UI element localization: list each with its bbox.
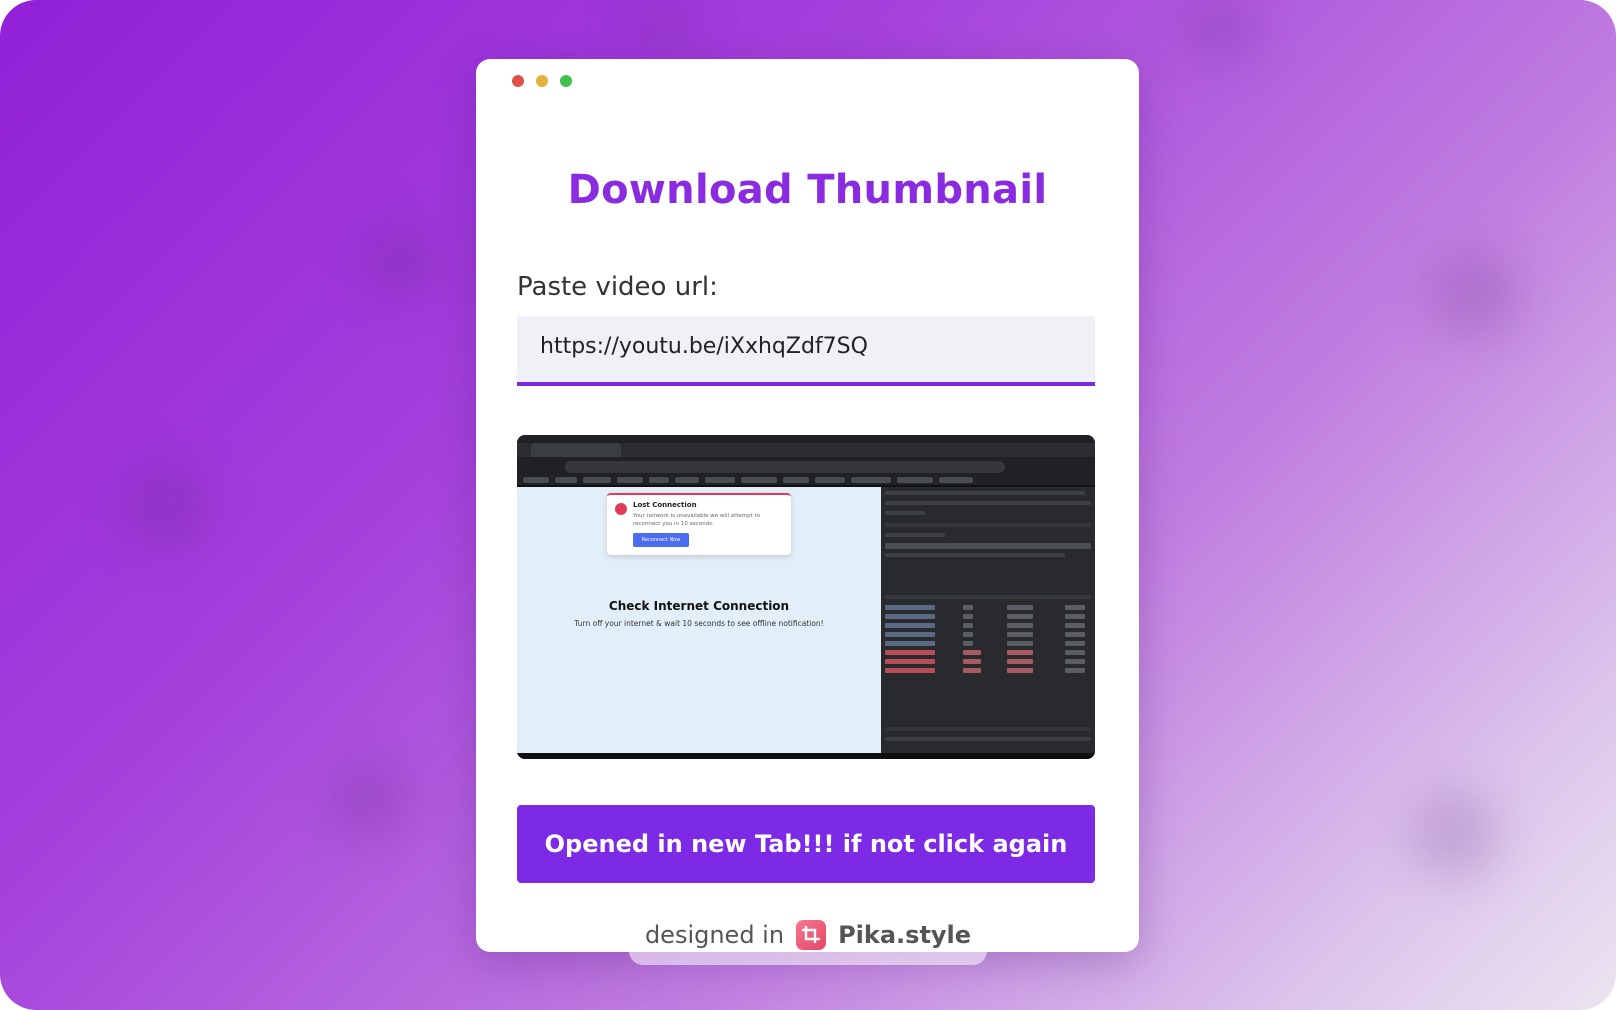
thumbnail-bookmark	[675, 477, 699, 483]
devtools-filter	[885, 523, 1091, 527]
designed-in-label: designed in	[644, 921, 785, 949]
thumbnail-bookmark	[583, 477, 611, 483]
devtools-network-row	[885, 614, 1091, 619]
thumbnail-bookmark	[555, 477, 577, 483]
background-blob	[120, 460, 210, 550]
devtools-network-row	[885, 623, 1091, 628]
open-thumbnail-button[interactable]: Opened in new Tab!!! if not click again	[517, 805, 1095, 883]
devtools-filter	[885, 533, 945, 537]
thumbnail-tab	[531, 443, 621, 457]
thumbnail-bookmark	[815, 477, 845, 483]
url-label: Paste video url:	[517, 272, 718, 302]
thumbnail-bookmark	[617, 477, 643, 483]
app-window: Download Thumbnail Paste video url: http…	[476, 59, 1139, 952]
devtools-network-row-failed	[885, 659, 1091, 664]
wifi-off-icon	[615, 503, 627, 515]
background-blob	[620, 0, 700, 40]
background-blob	[330, 760, 410, 840]
devtools-network-row	[885, 641, 1091, 646]
minimize-dot-icon[interactable]	[536, 75, 548, 87]
thumbnail-browser-chrome	[517, 435, 1095, 485]
background-blob	[1180, 0, 1260, 60]
thumbnail-popup-title: Lost Connection	[633, 501, 697, 509]
close-dot-icon[interactable]	[512, 75, 524, 87]
thumbnail-bookmark	[649, 477, 669, 483]
devtools-network-row	[885, 605, 1091, 610]
url-input[interactable]: https://youtu.be/iXxhqZdf7SQ	[517, 316, 1095, 386]
thumbnail-bookmark	[705, 477, 735, 483]
thumbnail-devtools	[881, 487, 1095, 753]
thumbnail-address-bar	[565, 461, 1005, 473]
thumbnail-bookmark	[851, 477, 891, 483]
watermark-content: designed in Pika.style	[629, 920, 987, 950]
watermark-footer: designed in Pika.style	[629, 910, 987, 965]
devtools-drawer-tabs	[885, 737, 1091, 741]
background-blob	[1410, 790, 1500, 880]
page-title: Download Thumbnail	[567, 167, 1048, 213]
devtools-status-bar	[885, 727, 1091, 731]
devtools-filter	[885, 553, 1065, 557]
devtools-toolbar	[885, 511, 925, 515]
thumbnail-bottom-bar	[517, 753, 1095, 759]
thumbnail-bookmark	[783, 477, 809, 483]
thumbnail-bookmark	[939, 477, 973, 483]
devtools-toolbar	[885, 501, 1091, 505]
thumbnail-page: Lost Connection Your network is unavaila…	[517, 487, 881, 753]
devtools-columns	[885, 595, 1091, 599]
background-blob	[360, 220, 440, 300]
thumbnail-heading: Check Internet Connection	[608, 599, 790, 613]
thumbnail-preview[interactable]: Lost Connection Your network is unavaila…	[517, 435, 1095, 759]
window-controls	[512, 75, 572, 87]
devtools-network-row-failed	[885, 650, 1091, 655]
thumbnail-subtext: Turn off your internet & wait 10 seconds…	[574, 619, 824, 628]
background-blob	[1430, 250, 1520, 340]
thumbnail-bookmark	[741, 477, 777, 483]
thumbnail-popup: Lost Connection Your network is unavaila…	[607, 493, 791, 555]
pika-brand-label[interactable]: Pika.style	[838, 921, 971, 949]
devtools-network-row-failed	[885, 668, 1091, 673]
devtools-filter-chips	[885, 543, 1091, 549]
thumbnail-popup-text: Your network is unavailable we will atte…	[633, 513, 761, 527]
thumbnail-bookmark	[523, 477, 549, 483]
thumbnail-bookmarks	[523, 477, 1083, 483]
crop-icon	[796, 920, 827, 950]
thumbnail-popup-button: Reconnect Now	[633, 533, 689, 547]
thumbnail-bookmark	[897, 477, 933, 483]
maximize-dot-icon[interactable]	[560, 75, 572, 87]
devtools-network-row	[885, 632, 1091, 637]
devtools-toolbar	[885, 491, 1085, 495]
